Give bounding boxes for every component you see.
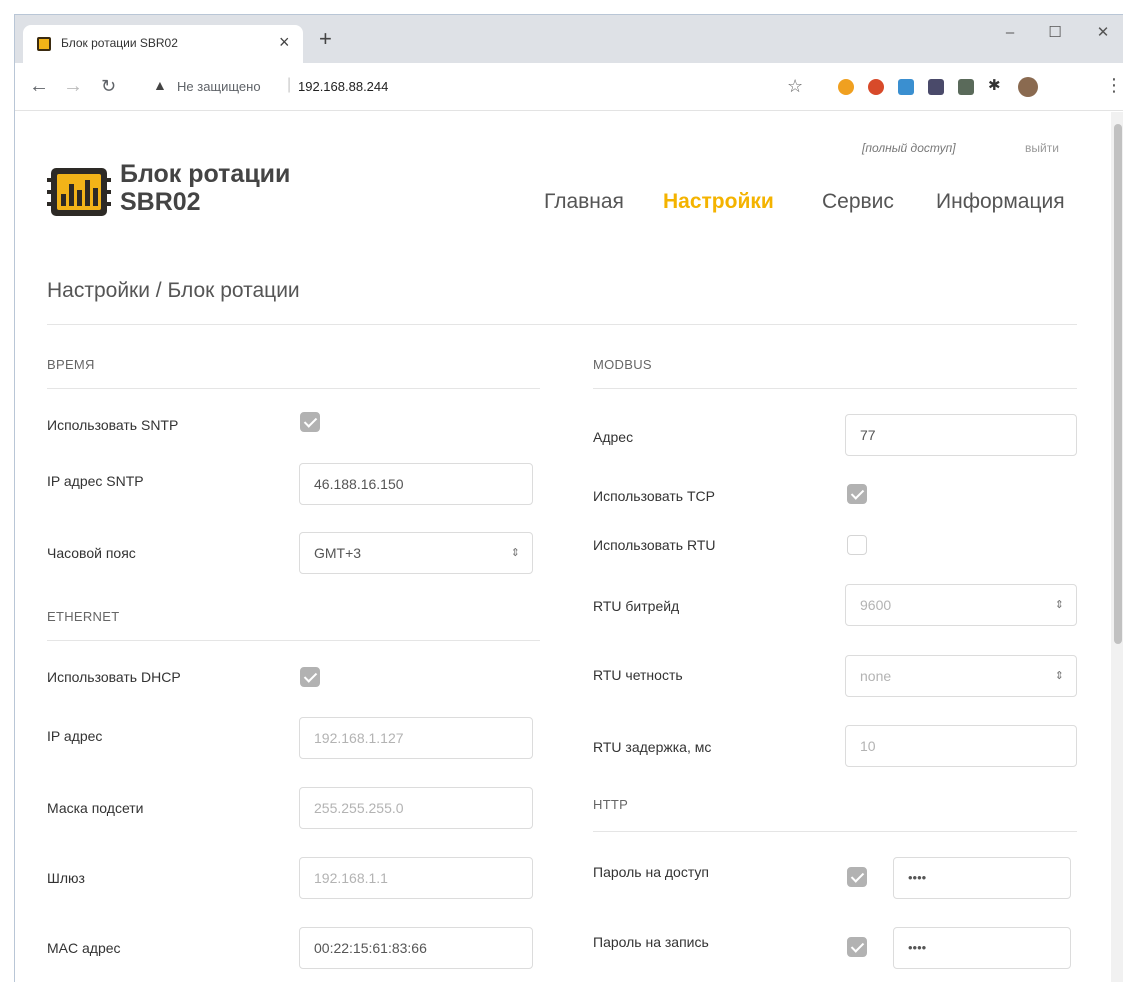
ip-input[interactable]: 192.168.1.127 xyxy=(299,717,533,759)
address-bar[interactable]: 192.168.88.244 xyxy=(298,79,388,94)
divider xyxy=(593,831,1077,832)
access-password-input[interactable]: •••• xyxy=(893,857,1071,899)
page-viewport: [полный доступ] выйти Блок ротации SBR02… xyxy=(15,112,1110,982)
rtu-baud-select[interactable]: 9600 ⇕ xyxy=(845,584,1077,626)
use-sntp-label: Использовать SNTP xyxy=(47,417,179,433)
divider xyxy=(47,640,540,641)
write-password-checkbox[interactable] xyxy=(847,937,867,957)
use-rtu-checkbox[interactable] xyxy=(847,535,867,555)
back-arrow-icon[interactable]: ← xyxy=(29,74,49,98)
tab-title: Блок ротации SBR02 xyxy=(61,36,178,50)
bookmark-star-icon[interactable]: ☆ xyxy=(787,76,803,97)
timezone-value: GMT+3 xyxy=(314,545,362,561)
scrollbar-thumb[interactable] xyxy=(1114,124,1122,644)
breadcrumb: Настройки / Блок ротации xyxy=(47,279,300,302)
mask-input[interactable]: 255.255.255.0 xyxy=(299,787,533,829)
timezone-select[interactable]: GMT+3 ⇕ xyxy=(299,532,533,574)
logo-model: SBR02 xyxy=(120,188,201,216)
minimize-button[interactable]: – xyxy=(990,19,1030,47)
tab-close-button[interactable]: × xyxy=(279,32,290,53)
rtu-parity-value: none xyxy=(860,668,892,684)
modbus-address-input[interactable]: 77 xyxy=(845,414,1077,456)
tab-bar: Блок ротации SBR02 × + – ☐ ✕ xyxy=(15,15,1123,63)
nav-main[interactable]: Главная xyxy=(544,190,624,214)
mac-input[interactable]: 00:22:15:61:83:66 xyxy=(299,927,533,969)
rtu-baud-value: 9600 xyxy=(860,597,892,613)
browser-toolbar: ← → ↻ ▲ Не защищено | 192.168.88.244 ☆ ✱… xyxy=(15,63,1123,111)
rtu-parity-label: RTU четность xyxy=(593,667,683,683)
logout-link[interactable]: выйти xyxy=(1025,141,1059,155)
select-arrow-icon: ⇕ xyxy=(1054,670,1064,682)
use-dhcp-label: Использовать DHCP xyxy=(47,669,181,685)
modbus-address-label: Адрес xyxy=(593,429,634,445)
rtu-parity-select[interactable]: none ⇕ xyxy=(845,655,1077,697)
extension-icon[interactable] xyxy=(838,79,854,95)
use-sntp-checkbox[interactable] xyxy=(300,412,320,432)
gateway-label: Шлюз xyxy=(47,870,85,886)
forward-arrow-icon[interactable]: → xyxy=(63,74,83,98)
nav-settings[interactable]: Настройки xyxy=(663,190,774,214)
write-password-label: Пароль на запись xyxy=(593,934,709,950)
use-rtu-label: Использовать RTU xyxy=(593,537,716,553)
divider xyxy=(47,388,540,389)
gateway-input[interactable]: 192.168.1.1 xyxy=(299,857,533,899)
close-window-button[interactable]: ✕ xyxy=(1083,19,1123,47)
not-secure-label[interactable]: Не защищено xyxy=(177,79,261,94)
mask-label: Маска подсети xyxy=(47,800,144,816)
access-password-checkbox[interactable] xyxy=(847,867,867,887)
section-http-title: HTTP xyxy=(593,797,629,812)
reload-icon[interactable]: ↻ xyxy=(101,74,116,98)
url-separator: | xyxy=(287,76,292,93)
write-password-input[interactable]: •••• xyxy=(893,927,1071,969)
browser-menu-icon[interactable]: ⋮ xyxy=(1105,75,1123,96)
favicon-icon xyxy=(37,37,51,51)
select-arrow-icon: ⇕ xyxy=(1054,599,1064,611)
rtu-baud-label: RTU битрейд xyxy=(593,598,680,614)
select-arrow-icon: ⇕ xyxy=(510,547,520,559)
browser-tab[interactable]: Блок ротации SBR02 × xyxy=(23,25,303,63)
extension-icon[interactable] xyxy=(898,79,914,95)
extension-icon[interactable] xyxy=(868,79,884,95)
profile-avatar-icon[interactable] xyxy=(1018,77,1038,97)
rtu-delay-label: RTU задержка, мс xyxy=(593,739,712,755)
maximize-button[interactable]: ☐ xyxy=(1035,19,1075,47)
extension-icon[interactable] xyxy=(958,79,974,95)
nav-info[interactable]: Информация xyxy=(936,190,1065,214)
divider xyxy=(47,324,1077,325)
mac-label: MAC адрес xyxy=(47,940,121,956)
timezone-label: Часовой пояс xyxy=(47,545,136,561)
access-level: [полный доступ] xyxy=(862,141,956,155)
section-modbus-title: Modbus xyxy=(593,357,652,372)
logo-title: Блок ротации xyxy=(120,160,291,188)
page-scrollbar[interactable] xyxy=(1111,112,1123,982)
section-time-title: Время xyxy=(47,357,95,372)
puzzle-extensions-icon[interactable]: ✱ xyxy=(988,76,1004,94)
use-dhcp-checkbox[interactable] xyxy=(300,667,320,687)
divider xyxy=(593,388,1077,389)
logo-text: Блок ротации SBR02 xyxy=(120,160,290,216)
extension-icon[interactable] xyxy=(928,79,944,95)
warning-icon[interactable]: ▲ xyxy=(153,77,167,93)
section-ethernet-title: Ethernet xyxy=(47,609,120,624)
new-tab-button[interactable]: + xyxy=(319,28,332,50)
ip-label: IP адрес xyxy=(47,728,103,744)
nav-service[interactable]: Сервис xyxy=(822,190,894,214)
rtu-delay-input[interactable]: 10 xyxy=(845,725,1077,767)
sntp-ip-label: IP адрес SNTP xyxy=(47,473,144,489)
access-password-label: Пароль на доступ xyxy=(593,864,709,880)
browser-window: Блок ротации SBR02 × + – ☐ ✕ ← → ↻ ▲ Не … xyxy=(14,14,1123,982)
sntp-ip-input[interactable]: 46.188.16.150 xyxy=(299,463,533,505)
use-tcp-checkbox[interactable] xyxy=(847,484,867,504)
logo-icon xyxy=(47,168,111,216)
use-tcp-label: Использовать TCP xyxy=(593,488,715,504)
